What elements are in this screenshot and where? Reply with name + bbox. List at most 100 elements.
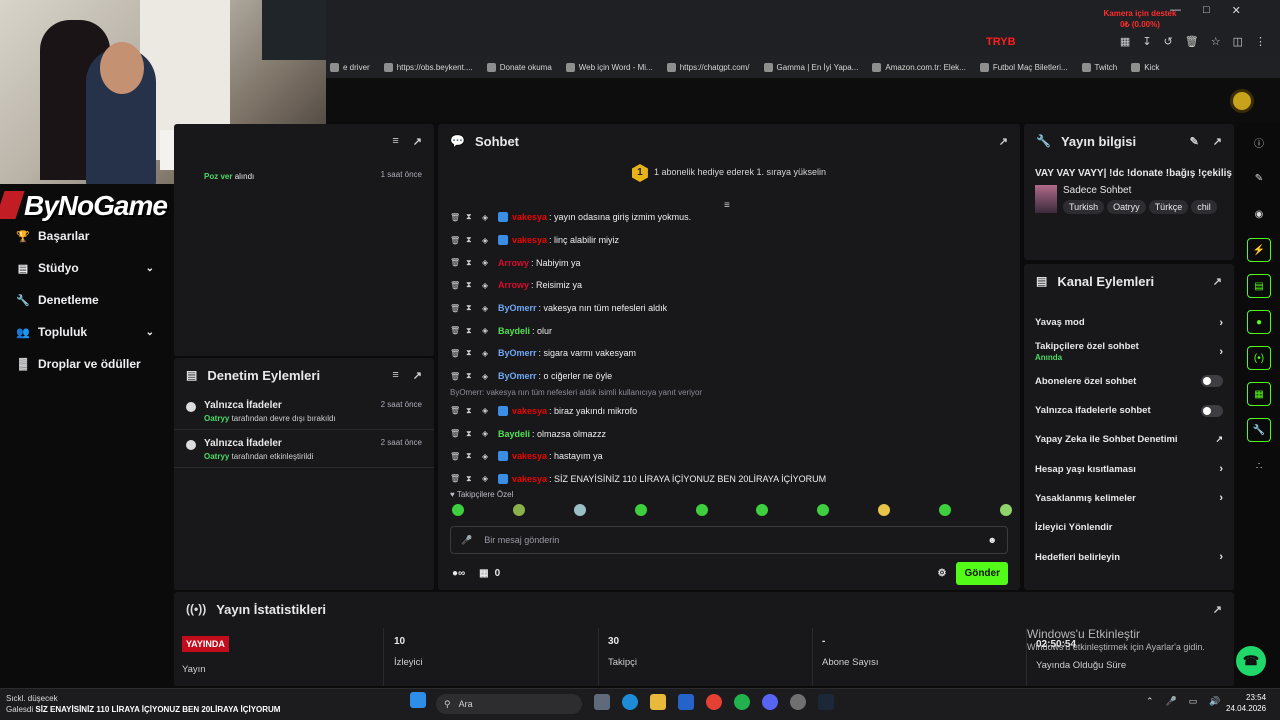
timeout-icon[interactable]: ⧗ — [466, 429, 474, 439]
emote-icon[interactable] — [695, 504, 708, 516]
shield-icon[interactable]: ◈ — [482, 236, 490, 245]
category-thumbnail[interactable] — [1035, 185, 1057, 213]
timeout-icon[interactable]: ⧗ — [466, 326, 474, 336]
mod-action-user[interactable]: Oatryy — [204, 414, 229, 423]
maximize-icon[interactable]: □ — [1203, 4, 1210, 17]
explorer-icon[interactable] — [650, 694, 666, 710]
shield-icon[interactable]: ◈ — [482, 474, 490, 483]
emoji-picker-icon[interactable]: ☻ — [988, 535, 997, 545]
channel-action-item[interactable]: Yapay Zeka ile Sohbet Denetimi ↗ — [1024, 425, 1234, 454]
edit-pencil-icon[interactable]: ✎ — [1247, 166, 1271, 190]
bookmark-item[interactable]: Twitch — [1081, 62, 1117, 72]
channel-action-item[interactable]: Hesap yaşı kısıtlaması › — [1024, 454, 1234, 483]
spotify-icon[interactable] — [734, 694, 750, 710]
shield-icon[interactable]: ◈ — [482, 349, 490, 358]
wrench-icon[interactable]: 🔧 — [1247, 418, 1271, 442]
channel-action-item[interactable]: Yavaş mod › — [1024, 308, 1234, 337]
microphone-icon[interactable]: 🎤 — [461, 535, 472, 546]
chat-username[interactable]: ByOmerr — [498, 303, 537, 313]
timeout-icon[interactable]: ⧗ — [466, 212, 474, 222]
popout-icon[interactable]: ↗ — [1213, 603, 1222, 616]
chat-message[interactable]: 🗑 ⧗ ◈ ByOmerr: sigara varmı vakesyam — [450, 342, 1010, 365]
bookmark-item[interactable]: Kick — [1131, 62, 1159, 72]
send-button[interactable]: Gönder — [956, 561, 1008, 585]
toggle-switch[interactable] — [1201, 375, 1223, 388]
chat-username[interactable]: Baydeli — [498, 429, 530, 439]
windows-start-icon[interactable] — [410, 692, 426, 708]
shield-icon[interactable]: ◈ — [482, 452, 490, 461]
bookmark-item[interactable]: Gamma | En İyi Yapa... — [763, 62, 858, 72]
taskbar-search[interactable]: ⚲ Ara — [436, 694, 582, 714]
chat-message[interactable]: 🗑 ⧗ ◈ vakesya: biraz yakındı mikrofo — [450, 400, 1010, 423]
connections-icon[interactable]: ∴ — [1247, 454, 1271, 478]
minimize-icon[interactable]: — — [1170, 4, 1181, 17]
support-chat-button[interactable]: ☎ — [1236, 646, 1266, 676]
info-icon[interactable]: ⓘ — [1247, 130, 1271, 154]
trash-icon[interactable]: 🗑 — [450, 326, 460, 335]
broadcast-icon[interactable]: (•) — [1247, 346, 1271, 370]
timeout-icon[interactable]: ⧗ — [466, 406, 474, 416]
timeout-icon[interactable]: ⧗ — [466, 451, 474, 461]
obs-icon[interactable] — [790, 694, 806, 710]
sidebar-item-denetleme[interactable]: 🔧 Denetleme — [0, 284, 172, 316]
edge-icon[interactable] — [622, 694, 638, 710]
extensions-icon[interactable]: ▦ — [1120, 35, 1130, 48]
shield-icon[interactable]: ◈ — [482, 372, 490, 381]
emote-icon[interactable] — [452, 504, 464, 516]
timeout-icon[interactable]: ⧗ — [466, 258, 474, 268]
shield-icon[interactable]: ◈ — [482, 258, 490, 267]
chat-message[interactable]: 🗑 ⧗ ◈ Arrowy: Reisimiz ya — [450, 274, 1010, 297]
channel-action-item[interactable]: Yasaklanmış kelimeler › — [1024, 484, 1234, 513]
lightning-icon[interactable]: ⚡ — [1247, 238, 1271, 262]
chevron-up-icon[interactable]: ⌃ — [1146, 696, 1154, 707]
timeout-icon[interactable]: ⧗ — [466, 303, 474, 313]
history-icon[interactable]: ↺ — [1164, 35, 1173, 48]
user-avatar[interactable] — [1230, 89, 1254, 113]
monitor-icon[interactable]: ▭ — [1189, 696, 1198, 707]
trash-icon[interactable]: 🗑 — [450, 258, 460, 267]
chat-username[interactable]: vakesya — [512, 235, 547, 245]
shield-icon[interactable]: ◈ — [482, 406, 490, 415]
bookmark-item[interactable]: Web için Word - Mi... — [565, 62, 653, 72]
close-icon[interactable]: ✕ — [1232, 4, 1241, 17]
sidebar-item-topluluk[interactable]: 👥 Topluluk ⌄ — [0, 316, 172, 348]
chat-message[interactable]: 🗑 ⧗ ◈ ByOmerr: o ciğerler ne öyle — [450, 365, 1010, 388]
chat-message[interactable]: 🗑 ⧗ ◈ ByOmerr: vakesya nın tüm nefesleri al… — [450, 297, 1010, 320]
timeout-icon[interactable]: ⧗ — [466, 235, 474, 245]
chat-username[interactable]: ByOmerr — [498, 348, 537, 358]
popout-icon[interactable]: ↗ — [999, 135, 1008, 148]
chat-username[interactable]: vakesya — [512, 451, 547, 461]
store-icon[interactable]: ▦ — [479, 568, 488, 579]
toggle-switch[interactable] — [1201, 404, 1223, 417]
volume-icon[interactable]: 🔊 — [1209, 696, 1220, 707]
timeout-icon[interactable]: ⧗ — [466, 348, 474, 358]
translate-icon[interactable]: ◫ — [1233, 35, 1243, 48]
sidebar-item-droplar[interactable]: ▓ Droplar ve ödüller — [0, 348, 172, 380]
taskbar-clock[interactable]: 23:54 24.04.2026 — [1226, 692, 1266, 714]
chat-message[interactable]: 🗑 ⧗ ◈ vakesya: linç alabilir miyiz — [450, 229, 1010, 252]
trash-icon[interactable]: 🗑 — [450, 281, 460, 290]
emote-icon[interactable] — [573, 504, 586, 516]
emote-icon[interactable] — [756, 504, 769, 516]
popout-icon[interactable]: ↗ — [1213, 135, 1222, 148]
sidebar-item-studyo[interactable]: ▤ Stüdyo ⌄ — [0, 252, 172, 284]
chat-username[interactable]: vakesya — [512, 212, 547, 222]
bookmark-item[interactable]: https://obs.beykent.... — [383, 62, 473, 72]
trash-icon[interactable]: 🗑 — [450, 236, 460, 245]
points-icon[interactable]: ●∞ — [452, 568, 465, 579]
trash-icon[interactable]: 🗑 — [450, 213, 460, 222]
popout-icon[interactable]: ↗ — [1213, 275, 1222, 288]
task-view-icon[interactable] — [594, 694, 610, 710]
popout-icon[interactable]: ↗ — [413, 369, 422, 382]
camera-icon[interactable]: ◉ — [1247, 202, 1271, 226]
chat-username[interactable]: Baydeli — [498, 326, 530, 336]
trash-icon[interactable]: 🗑 — [450, 452, 460, 461]
trash-icon[interactable]: 🗑 — [450, 406, 460, 415]
chat-username[interactable]: vakesya — [512, 406, 547, 416]
chat-message[interactable]: 🗑 ⧗ ◈ vakesya: SİZ ENAYİSİNİZ 110 LİRAYA İÇ… — [450, 468, 1010, 486]
trash-icon[interactable]: 🗑 — [450, 349, 460, 358]
chat-message-input[interactable]: 🎤 Bir mesaj gönderin ☻ — [450, 526, 1008, 554]
popout-icon[interactable]: ↗ — [413, 135, 422, 148]
chat-username[interactable]: ByOmerr — [498, 371, 537, 381]
download-icon[interactable]: ↧ — [1142, 35, 1151, 48]
